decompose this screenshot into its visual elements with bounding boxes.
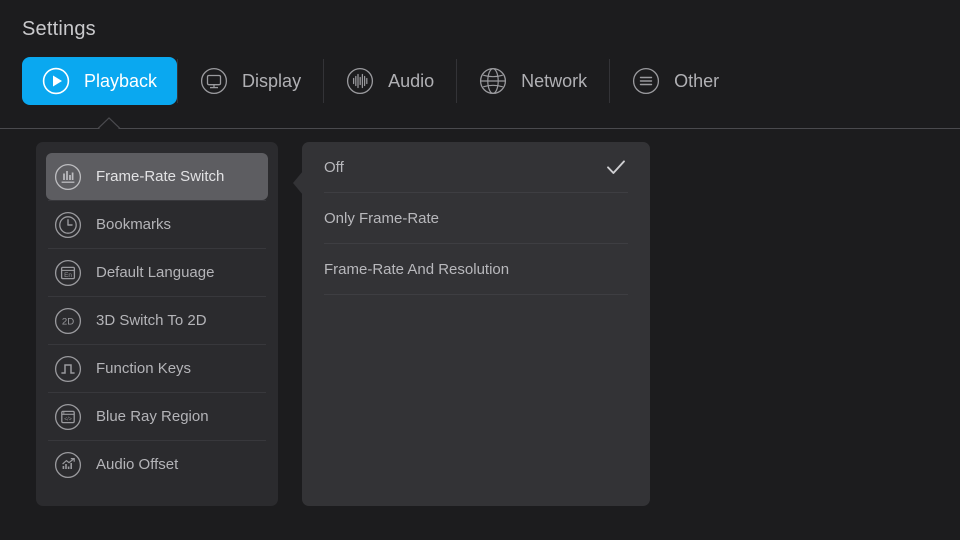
sidebar-item-label: Function Keys	[96, 360, 192, 377]
playback-sidebar-panel: Frame-Rate Switch Bookmarks En Default Lang…	[36, 142, 278, 506]
sidebar-item-label: Bookmarks	[96, 216, 172, 233]
tab-label: Display	[242, 70, 302, 91]
menu-lines-icon	[632, 67, 660, 95]
monitor-icon	[200, 67, 228, 95]
tab-label: Audio	[388, 70, 435, 91]
option-only-frame-rate[interactable]: Only Frame-Rate	[324, 193, 628, 243]
square-wave-icon	[54, 355, 82, 383]
active-tab-pointer-icon	[97, 116, 121, 129]
tab-network[interactable]: Network	[457, 57, 609, 105]
option-label: Only Frame-Rate	[324, 209, 440, 227]
sidebar-item-label: Blue Ray Region	[96, 408, 209, 425]
sidebar-item-function-keys[interactable]: Function Keys	[46, 345, 268, 392]
tab-audio[interactable]: Audio	[324, 57, 456, 105]
options-panel-pointer-icon	[293, 171, 303, 195]
code-window-icon: </>	[54, 403, 82, 431]
svg-text:</>: </>	[64, 416, 72, 422]
clock-icon	[54, 211, 82, 239]
page-title: Settings	[22, 18, 96, 40]
tab-label: Playback	[84, 70, 158, 91]
settings-screen: Settings Playback Display Audio Network Othe…	[0, 0, 960, 540]
tab-playback[interactable]: Playback	[22, 57, 178, 105]
tab-label: Network	[521, 70, 588, 91]
play-circle-icon	[42, 67, 70, 95]
sidebar-item-label: Frame-Rate Switch	[96, 168, 225, 185]
chart-arrow-icon	[54, 451, 82, 479]
audio-wave-icon	[346, 67, 374, 95]
globe-icon	[479, 67, 507, 95]
language-en-icon: En	[54, 259, 82, 287]
two-d-icon: 2D	[54, 307, 82, 335]
sidebar-item-blue-ray-region[interactable]: </> Blue Ray Region	[46, 393, 268, 440]
sidebar-item-label: Audio Offset	[96, 456, 179, 473]
check-icon	[604, 155, 628, 179]
option-label: Frame-Rate And Resolution	[324, 260, 510, 278]
option-divider	[324, 294, 628, 295]
sidebar-item-3d-switch-to-2d[interactable]: 2D 3D Switch To 2D	[46, 297, 268, 344]
sidebar-item-bookmarks[interactable]: Bookmarks	[46, 201, 268, 248]
tab-other[interactable]: Other	[610, 57, 741, 105]
sidebar-item-frame-rate-switch[interactable]: Frame-Rate Switch	[46, 153, 268, 200]
svg-text:2D: 2D	[62, 316, 74, 327]
option-frame-rate-and-resolution[interactable]: Frame-Rate And Resolution	[324, 244, 628, 294]
svg-text:En: En	[64, 271, 72, 278]
frame-rate-switch-options-panel: Off Only Frame-Rate Frame-Rate And Resolut…	[293, 142, 650, 506]
sidebar-item-label: Default Language	[96, 264, 215, 281]
option-label: Off	[324, 158, 344, 176]
option-off[interactable]: Off	[324, 142, 628, 192]
tab-display[interactable]: Display	[178, 57, 323, 105]
settings-tab-bar: Playback Display Audio Network Other	[0, 55, 960, 107]
tab-label: Other	[674, 70, 720, 91]
bar-chart-icon	[54, 163, 82, 191]
tab-bar-divider	[0, 128, 960, 129]
sidebar-item-label: 3D Switch To 2D	[96, 312, 207, 329]
sidebar-item-default-language[interactable]: En Default Language	[46, 249, 268, 296]
sidebar-item-audio-offset[interactable]: Audio Offset	[46, 441, 268, 488]
